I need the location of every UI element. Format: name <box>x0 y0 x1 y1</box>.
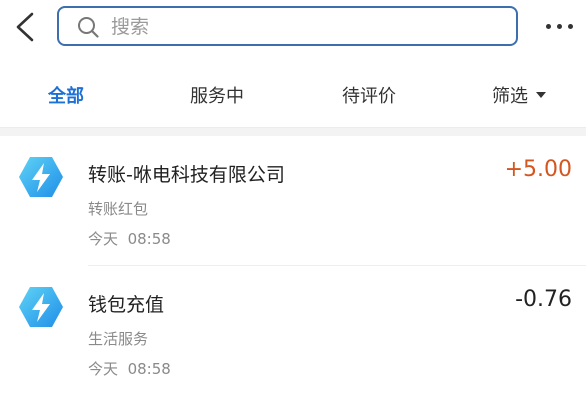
transaction-time: 今天 08:58 <box>88 360 171 378</box>
tab-in-service[interactable]: 服务中 <box>190 82 244 108</box>
chevron-left-icon <box>16 12 34 42</box>
transaction-row[interactable]: 转账-咻电科技有限公司 转账红包 今天 08:58 +5.00 <box>0 136 586 266</box>
search-icon <box>78 17 99 38</box>
tab-filter[interactable]: 筛选 <box>492 82 546 108</box>
more-dots-icon <box>546 24 551 29</box>
transaction-amount: -0.76 <box>515 287 572 312</box>
back-button[interactable] <box>10 8 44 46</box>
more-button[interactable] <box>542 18 578 36</box>
search-input[interactable] <box>109 12 503 42</box>
tab-all[interactable]: 全部 <box>48 82 84 108</box>
tab-to-review[interactable]: 待评价 <box>342 82 396 108</box>
transaction-amount: +5.00 <box>504 157 572 182</box>
search-box[interactable] <box>57 6 518 46</box>
lightning-bolt-icon <box>19 157 63 197</box>
transaction-row[interactable]: 钱包充值 生活服务 今天 08:58 -0.76 <box>0 266 586 396</box>
top-bar <box>0 0 586 56</box>
tab-filter-label: 筛选 <box>492 86 528 107</box>
caret-down-icon <box>536 92 546 98</box>
transaction-subtitle: 生活服务 <box>88 330 149 348</box>
lightning-bolt-icon <box>19 287 63 327</box>
transaction-title: 钱包充值 <box>88 294 165 316</box>
filter-tabs: 全部 服务中 待评价 筛选 <box>0 66 586 124</box>
transaction-subtitle: 转账红包 <box>88 200 149 218</box>
transaction-title: 转账-咻电科技有限公司 <box>88 164 285 186</box>
section-divider <box>0 127 586 136</box>
transaction-time: 今天 08:58 <box>88 230 171 248</box>
